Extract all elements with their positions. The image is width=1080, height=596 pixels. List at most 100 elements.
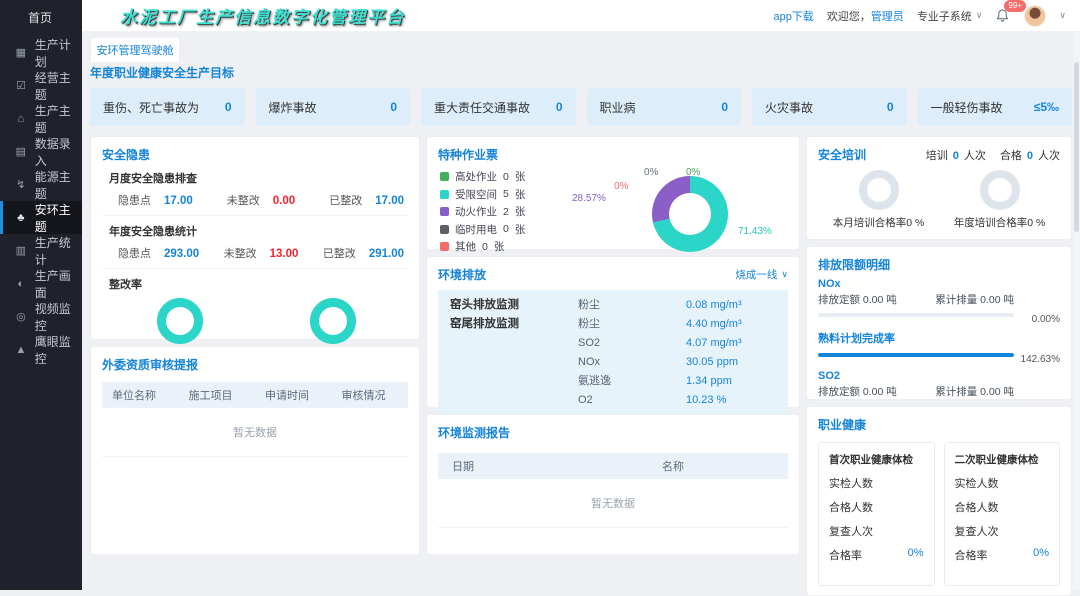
legend-unit: 张 <box>515 204 526 219</box>
avatar[interactable] <box>1024 5 1046 27</box>
legend-item-temp-power[interactable]: 临时用电0张 <box>440 221 570 239</box>
panel-safety-hazards: 安全隐患 月度安全隐患排查 隐患点17.00 未整改0.00 已整改17.00 … <box>90 136 420 340</box>
chevron-down-icon: ∨ <box>976 10 983 21</box>
donut-value: 0 % <box>906 217 924 229</box>
sidebar-item-eagle-eye-monitor[interactable]: ▲ 鹰眼监控 <box>0 333 82 366</box>
truck-icon: ▥ <box>14 244 28 257</box>
slice-label-confined-space: 71.43% <box>738 226 772 237</box>
app-download-link[interactable]: app下载 <box>773 8 813 24</box>
target-value: 0 <box>556 100 563 114</box>
limit-name: NOx <box>818 278 1060 290</box>
legend-count: 5 <box>503 188 509 200</box>
column-header: 单位名称 <box>102 387 179 403</box>
chevron-down-icon: ∨ <box>781 269 788 280</box>
legend-label: 其他 <box>455 239 476 254</box>
health-row-value: 0% <box>1033 547 1049 563</box>
sidebar-item-video-monitor[interactable]: ◎ 视频监控 <box>0 300 82 333</box>
target-value: 0 <box>887 100 894 114</box>
sidebar-item-label: 安环主题 <box>35 201 82 235</box>
health-row-label: 合格率 <box>829 547 862 563</box>
emission-group <box>450 372 578 391</box>
target-card-fire: 火灾事故 0 <box>752 88 907 126</box>
column-header: 名称 <box>558 458 788 474</box>
sidebar-item-production-theme[interactable]: ⌂ 生产主题 <box>0 102 82 135</box>
legend-item-other[interactable]: 其他0张 <box>440 238 570 256</box>
donut-ring <box>652 176 728 252</box>
emission-group: 窑头排放监测 <box>450 296 578 315</box>
health-row-label: 合格率 <box>955 547 988 563</box>
legend-count: 0 <box>503 171 509 183</box>
username-link[interactable]: 管理员 <box>871 11 904 23</box>
health-card-title: 二次职业健康体检 <box>955 452 1050 467</box>
emission-name: 粉尘 <box>578 315 686 334</box>
sidebar-item-label: 鹰眼监控 <box>35 333 82 367</box>
donut-ring <box>157 298 203 344</box>
yearly-training-donut: 年度培训合格率0 % <box>954 170 1046 230</box>
notification-bell-button[interactable]: 99+ <box>995 8 1011 24</box>
sidebar-item-business-theme[interactable]: ☑ 经营主题 <box>0 69 82 102</box>
sidebar-item-home[interactable]: 首页 <box>0 0 82 36</box>
scrollbar[interactable] <box>1073 32 1080 590</box>
sidebar-item-production-screen[interactable]: ◐ 生产画面 <box>0 267 82 300</box>
sidebar-item-safety-env-theme[interactable]: ♣ 安环主题 <box>0 201 82 234</box>
legend-item-hot-work[interactable]: 动火作业2张 <box>440 203 570 221</box>
stat-label: 未整改 <box>227 192 260 208</box>
scrollbar-thumb[interactable] <box>1074 62 1079 232</box>
sidebar-item-label: 经营主题 <box>35 69 82 103</box>
panel-title: 特种作业票 <box>438 146 788 163</box>
clipboard-icon: ▤ <box>14 145 28 158</box>
brand-title: 水泥工厂生产信息数字化管理平台 <box>120 3 405 28</box>
target-label: 火灾事故 <box>765 99 813 116</box>
limit-item-nox: NOx 排放定额 0.00 吨 累计排量 0.00 吨 0.00% <box>818 278 1060 325</box>
sidebar-item-production-plan[interactable]: ▦ 生产计划 <box>0 36 82 69</box>
target-value: ≤5‰ <box>1034 100 1059 114</box>
health-row-label: 复查人次 <box>829 523 873 539</box>
bell-icon: ♣ <box>14 212 28 224</box>
stat-unit: 人次 <box>1038 147 1060 163</box>
legend-unit: 张 <box>515 187 526 202</box>
chevron-down-icon[interactable]: ∨ <box>1059 10 1066 21</box>
panel-occupational-health: 职业健康 首次职业健康体检 实检人数 合格人数 复查人次 合格率0% 二次职业健… <box>806 406 1072 596</box>
production-line-selector[interactable]: 烧成一线 ∨ <box>735 267 788 282</box>
panel-outsourcing-review: 外委资质审核提报 单位名称 施工项目 申请时间 审核情况 暂无数据 <box>90 346 420 555</box>
column-header: 日期 <box>438 458 558 474</box>
stat-value: 13.00 <box>270 248 299 260</box>
progress-track <box>818 313 1014 317</box>
stat-label: 隐患点 <box>118 192 151 208</box>
sidebar-item-data-entry[interactable]: ▤ 数据录入 <box>0 135 82 168</box>
cumulative-text: 累计排量 0.00 吨 <box>935 384 1014 399</box>
tab-safety-env-cockpit[interactable]: 安环管理驾驶舱 <box>91 38 179 62</box>
target-card-occupational-disease: 职业病0 <box>587 88 742 126</box>
main-content: 年度职业健康安全生产目标 重伤、死亡事故为0 爆炸事故0 重大责任交通事故0 职… <box>90 62 1072 555</box>
legend-unit: 张 <box>515 222 526 237</box>
slice-label-height-work: 0% <box>686 167 700 178</box>
emission-value: 1.34 ppm <box>686 372 776 391</box>
target-label: 重大责任交通事故 <box>434 99 530 116</box>
sidebar-item-production-stats[interactable]: ▥ 生产统计 <box>0 234 82 267</box>
training-stats: 培训0人次 合格0人次 <box>926 147 1060 163</box>
donut-label: 年度培训合格率 <box>954 217 1028 229</box>
stat-label: 合格 <box>1000 147 1022 163</box>
subsystem-dropdown[interactable]: 专业子系统 ∨ <box>917 8 983 24</box>
outsourcing-table-header: 单位名称 施工项目 申请时间 审核情况 <box>102 382 408 408</box>
target-card-traffic: 重大责任交通事故 0 <box>421 88 576 126</box>
slice-label-temp-power: 0% <box>644 167 658 178</box>
legend-label: 高处作业 <box>455 169 497 184</box>
target-card-minor-injury: 一般轻伤事故≤5‰ <box>918 88 1073 126</box>
health-row-label: 合格人数 <box>829 499 873 515</box>
panel-title: 外委资质审核提报 <box>102 356 408 373</box>
cumulative-text: 累计排量 0.00 吨 <box>935 292 1014 307</box>
legend-item-height-work[interactable]: 高处作业0张 <box>440 168 570 186</box>
legend-item-confined-space[interactable]: 受限空间5张 <box>440 186 570 204</box>
emissions-table: 窑头排放监测粉尘0.08 mg/m³ 窑尾排放监测粉尘4.40 mg/m³ SO… <box>438 290 788 415</box>
monitor-check-icon: ☑ <box>14 79 28 92</box>
target-label: 职业病 <box>600 99 636 116</box>
stat-label: 隐患点 <box>118 245 151 261</box>
panel-emission-limits: 排放限额明细 NOx 排放定额 0.00 吨 累计排量 0.00 吨 0.00%… <box>806 246 1072 400</box>
health-row-label: 实检人数 <box>829 475 873 491</box>
health-row-label: 复查人次 <box>955 523 999 539</box>
sidebar-item-energy-theme[interactable]: ↯ 能源主题 <box>0 168 82 201</box>
panel-title: 职业健康 <box>818 416 1060 433</box>
camera-icon: ◎ <box>14 310 28 323</box>
hazards-monthly-title: 月度安全隐患排查 <box>109 170 408 186</box>
